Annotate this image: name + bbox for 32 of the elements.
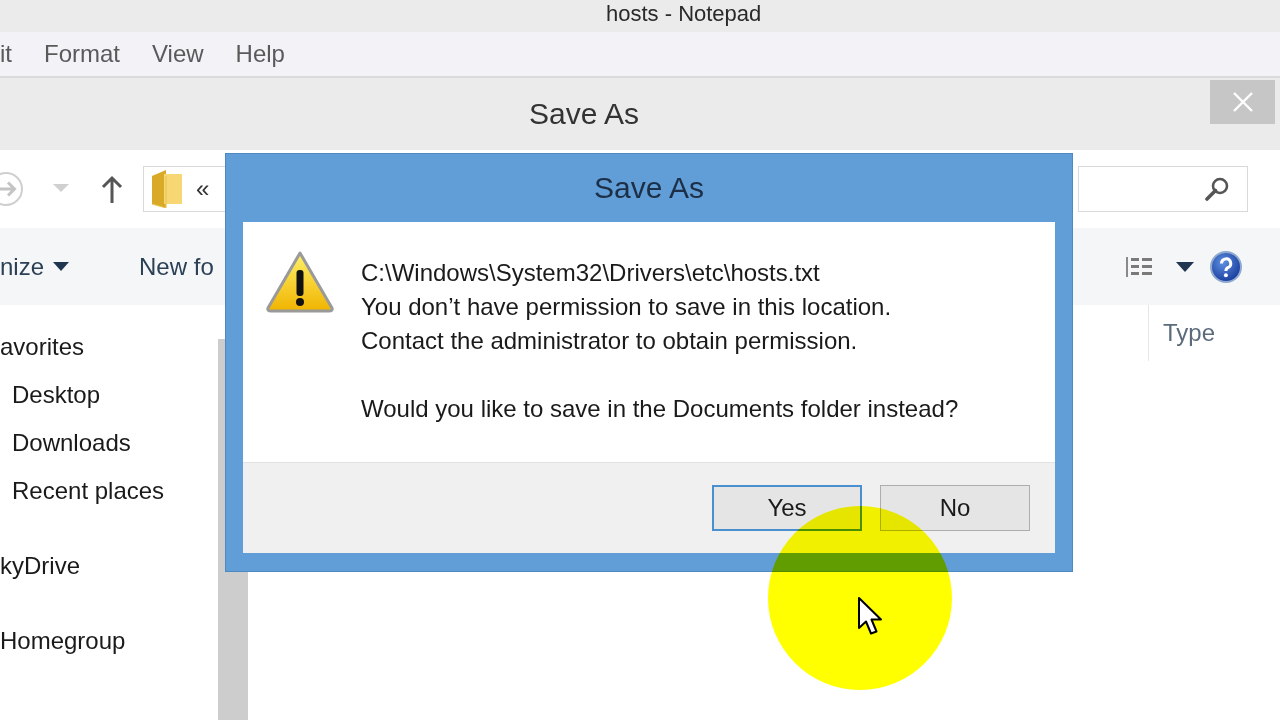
nav-item[interactable]: Homegroup [0,627,218,655]
caret-icon[interactable] [1176,261,1194,272]
dialog-button[interactable]: No [880,485,1030,531]
message-line: You don’t have permission to save in this location. [361,292,893,322]
menu-item[interactable]: Help [235,39,285,69]
dialog-title: Save As [592,170,706,206]
search-icon [1205,177,1229,201]
toolbar-button[interactable]: New fo [139,251,214,282]
search-field[interactable] [1078,166,1248,212]
close-icon [1232,92,1253,112]
question-text: Would you like to save in the Documents folder instead? [361,394,959,424]
window-title: hosts - Notepad [606,1,762,27]
cursor-icon [857,596,885,636]
nav-item[interactable]: kyDrive [0,552,218,580]
list-view-icon[interactable] [1126,254,1152,279]
nav-item[interactable]: Desktop [12,381,218,409]
message-line: Contact the administrator to obtain permission. [361,326,859,356]
up-arrow-icon[interactable] [101,175,123,203]
nav-item[interactable]: Downloads [12,429,218,457]
menu-item[interactable]: Format [44,39,120,69]
message-line: C:\Windows\System32\Drivers\etc\hosts.txt [361,258,821,288]
folder-icon [152,170,182,208]
menu-item[interactable]: View [152,39,204,69]
menu-item[interactable]: it [0,39,12,69]
nav-item[interactable]: avorites [0,333,218,361]
menu-button[interactable]: nize [0,251,70,282]
nav-item[interactable]: Recent places [12,477,218,505]
breadcrumb-overflow-button[interactable]: « [196,174,210,204]
warning-icon [265,250,335,314]
help-icon[interactable] [1210,250,1242,283]
window-title: Save As [529,97,640,131]
column-header[interactable]: Type [1148,305,1280,361]
